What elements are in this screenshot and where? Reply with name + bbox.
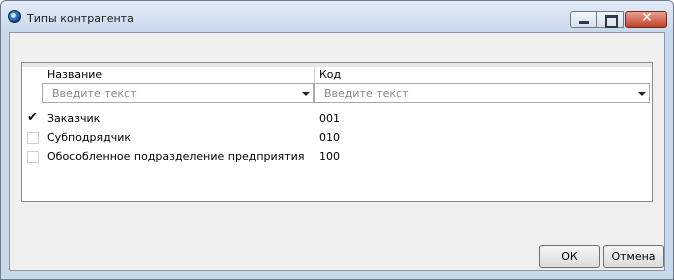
close-button[interactable]: ✕ [625, 10, 667, 28]
cancel-button[interactable]: Отмена [603, 245, 664, 268]
chevron-down-icon[interactable] [299, 85, 312, 101]
column-header-code[interactable]: Код [319, 68, 341, 82]
column-header-name[interactable]: Название [47, 68, 102, 82]
table-row[interactable]: Субподрядчик 010 [22, 129, 652, 148]
row-code: 100 [319, 150, 340, 163]
column-separator[interactable] [314, 67, 315, 83]
dialog-body: Название Код Введите текст Введите текст… [9, 32, 665, 271]
code-filter-placeholder: Введите текст [324, 87, 409, 100]
checkmark-icon: ✔ [27, 110, 38, 125]
row-checkbox[interactable] [27, 132, 39, 144]
title-bar[interactable]: Типы контрагента ✕ [1, 1, 673, 32]
minimize-button[interactable] [570, 11, 597, 28]
row-code: 001 [319, 112, 340, 125]
app-globe-icon [8, 10, 21, 23]
row-name: Обособленное подразделение предприятия [47, 150, 305, 163]
maximize-icon [605, 15, 618, 28]
window-title: Типы контрагента [27, 12, 134, 25]
dialog-window: Типы контрагента ✕ Название Код Введите … [0, 0, 674, 280]
ok-button[interactable]: ОК [539, 245, 600, 268]
close-icon: ✕ [641, 10, 653, 26]
grid-top-strip [22, 63, 652, 67]
filter-row: Введите текст Введите текст [22, 83, 652, 103]
row-code: 010 [319, 131, 340, 144]
minimize-icon [579, 21, 589, 24]
types-grid: Название Код Введите текст Введите текст… [21, 62, 653, 202]
row-checkbox[interactable]: ✔ [27, 110, 39, 125]
row-name: Заказчик [47, 112, 101, 125]
chevron-down-icon[interactable] [635, 85, 648, 101]
maximize-button[interactable] [597, 11, 624, 28]
table-row[interactable]: Обособленное подразделение предприятия 1… [22, 148, 652, 167]
name-filter-placeholder: Введите текст [52, 87, 137, 100]
name-filter-input[interactable]: Введите текст [42, 83, 314, 103]
table-row[interactable]: ✔ Заказчик 001 [22, 110, 652, 129]
row-name: Субподрядчик [47, 131, 131, 144]
code-filter-input[interactable]: Введите текст [314, 83, 650, 103]
row-checkbox[interactable] [27, 151, 39, 163]
